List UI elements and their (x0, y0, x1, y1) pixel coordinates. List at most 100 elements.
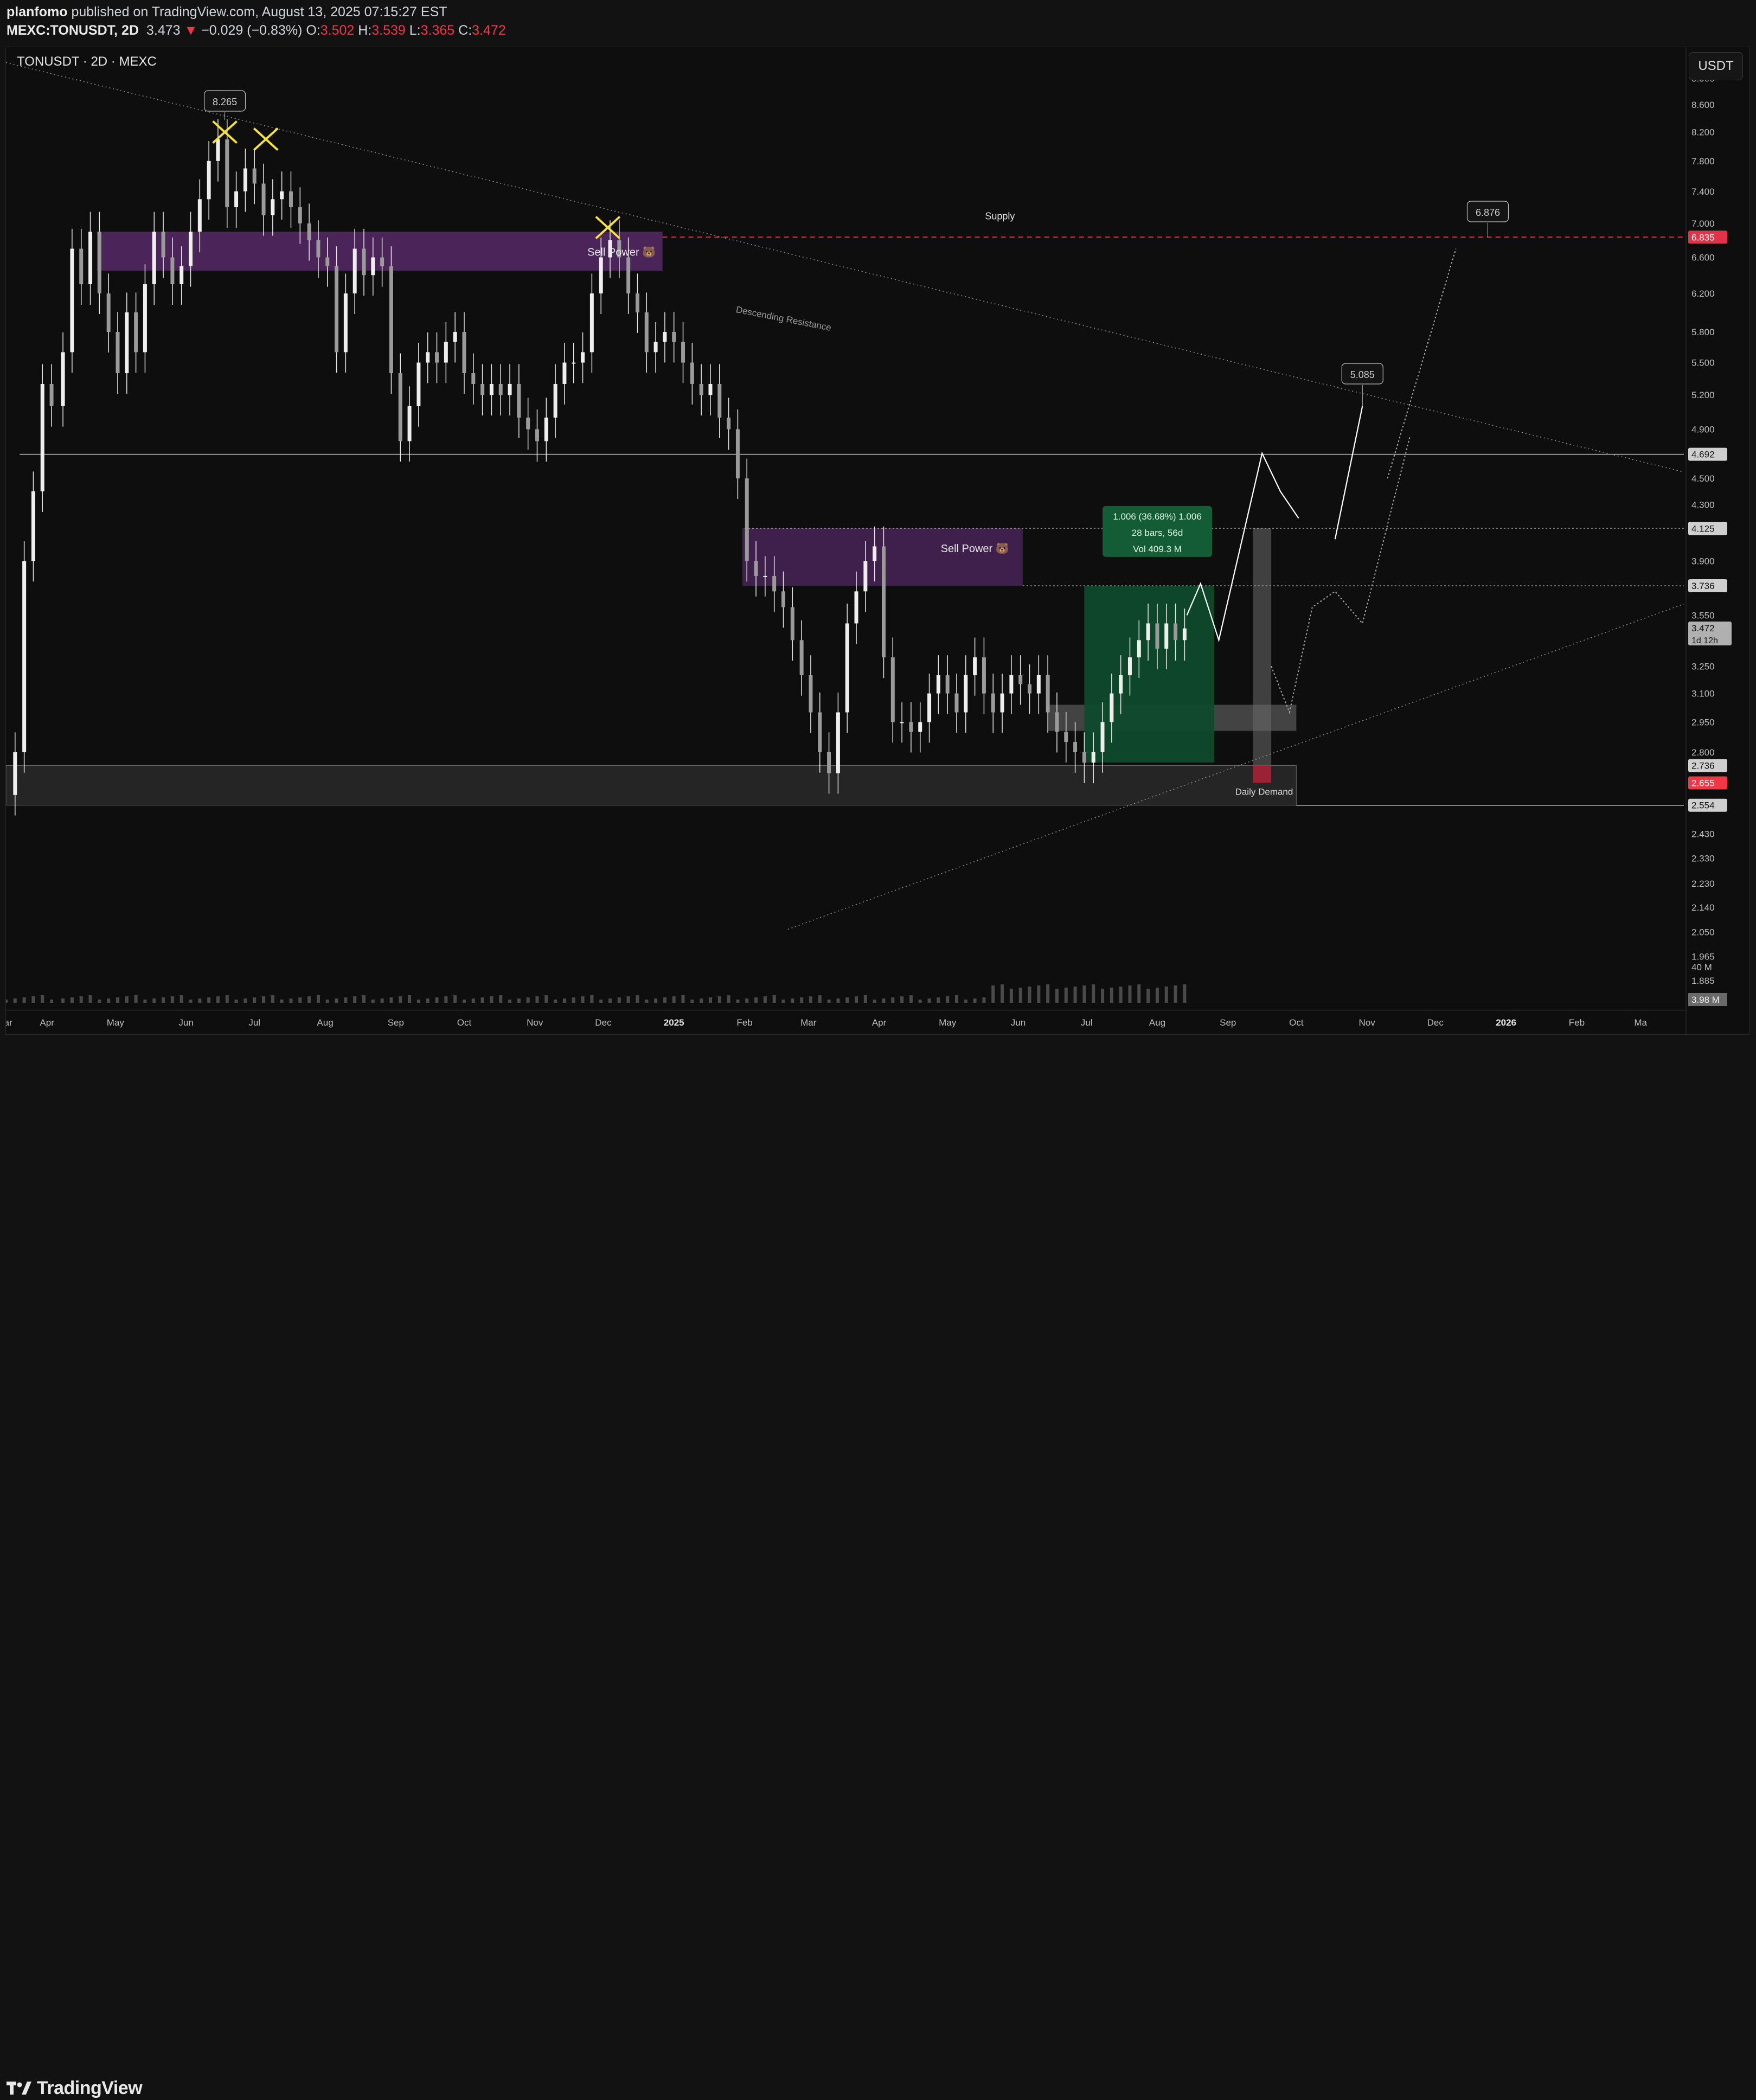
volume-bar (909, 995, 913, 1003)
volume-bar (462, 1000, 466, 1003)
volume-bar (253, 997, 257, 1003)
time-axis-tick: Ma (1634, 1017, 1647, 1028)
candle-body (49, 383, 54, 406)
volume-bar (608, 998, 612, 1003)
volume-bar (98, 1000, 101, 1003)
volume-bar (526, 997, 530, 1003)
last-price: 3.473 (146, 23, 181, 38)
candle-body (1110, 693, 1114, 722)
volume-bar (973, 998, 977, 1003)
price-axis-tick: 2.330 (1691, 853, 1715, 863)
candle-body (854, 591, 858, 624)
candle-body (1164, 623, 1169, 649)
chart-pane[interactable]: 8.265 5.085 6.876 TONUSDT · 2D · MEXC Supply… (5, 47, 1749, 1035)
volume-bar (88, 995, 92, 1003)
price-axis-tick: 2.140 (1691, 902, 1715, 913)
candle-body (207, 161, 211, 200)
tradingview-logo[interactable]: TradingView (7, 2076, 143, 2100)
publish-line: planfomo published on TradingView.com, A… (7, 4, 447, 20)
candle-body (1064, 732, 1068, 742)
volume-bar (1174, 985, 1177, 1003)
volume-bar (1064, 988, 1068, 1003)
volume-bar (1046, 984, 1050, 1003)
time-axis-tick: Nov (1359, 1017, 1376, 1028)
candle-body (818, 712, 822, 752)
volume-bar (599, 1000, 603, 1003)
peak-price-label: 8.265 (213, 97, 237, 107)
volume-bar (763, 996, 767, 1003)
candle-body (763, 575, 767, 577)
candle-body (271, 199, 275, 215)
candle-body (526, 417, 530, 430)
currency-button[interactable]: USDT (1689, 52, 1743, 80)
volume-bar (234, 1000, 238, 1003)
descending-resistance-label: Descending Resistance (735, 304, 832, 333)
candle-body (189, 232, 193, 266)
volume-bar (298, 997, 302, 1003)
volume-bar (809, 996, 812, 1003)
time-axis-tick: May (939, 1017, 957, 1028)
price-axis-tick: 5.500 (1691, 358, 1715, 368)
time-axis-tick: Aug (317, 1017, 333, 1028)
candle-body (362, 248, 366, 276)
volume-bar (946, 996, 950, 1003)
author-name[interactable]: planfomo (7, 4, 68, 20)
candle-body (626, 257, 631, 294)
candle-body (471, 373, 476, 384)
price-label: 4.692 (1691, 450, 1715, 460)
candle-body (197, 199, 202, 232)
brand-name: TradingView (37, 2077, 143, 2098)
price-axis-tick: 3.900 (1691, 556, 1715, 566)
volume-bar (189, 1000, 193, 1003)
time-axis-tick: Apr (40, 1017, 54, 1028)
candle-body (243, 168, 247, 191)
volume-bar (1119, 987, 1123, 1003)
candle-body (298, 207, 302, 223)
price-axis-tick: 1.885 (1691, 976, 1715, 986)
candle-body (918, 722, 922, 732)
candle-body (1009, 675, 1014, 694)
candle-body (809, 675, 813, 713)
volume-bar (855, 996, 858, 1003)
volume-bar (827, 1000, 831, 1003)
candle-body (480, 383, 485, 395)
candle-body (699, 383, 703, 395)
candle-body (572, 362, 576, 364)
volume-bar (125, 996, 129, 1003)
volume-bar (982, 997, 986, 1003)
volume-bar (22, 997, 26, 1003)
volume-bar (654, 998, 658, 1003)
candle-body (453, 332, 457, 342)
volume-bar (791, 998, 794, 1003)
candle-body (316, 240, 321, 258)
candle-body (498, 383, 503, 395)
volume-bar (818, 995, 822, 1003)
price-label: 6.835 (1691, 232, 1715, 242)
price-axis-tick: 8.600 (1691, 100, 1715, 110)
volume-bar (891, 997, 895, 1003)
volume-bar (116, 997, 119, 1003)
candle-body (599, 257, 603, 294)
price-axis-tick: 4.300 (1691, 500, 1715, 510)
candle-body (161, 232, 165, 258)
candle-body (1146, 623, 1150, 641)
volume-bar (416, 1000, 420, 1003)
candle-body (1082, 752, 1086, 763)
volume-axis-tick: 40 M (1691, 962, 1712, 972)
candle-body (1137, 640, 1141, 658)
projection-path (1387, 248, 1457, 479)
volume-bar (636, 995, 639, 1003)
symbol-label[interactable]: MEXC:TONUSDT, 2D (7, 23, 139, 38)
volume-bar (681, 995, 685, 1003)
price-label: 2.554 (1691, 801, 1715, 811)
volume-bar (900, 996, 904, 1003)
volume-bar (554, 1000, 557, 1003)
volume-bar (371, 1000, 375, 1003)
candle-body (936, 675, 940, 694)
candle-body (553, 383, 557, 418)
price-chart[interactable]: 8.265 5.085 6.876 TONUSDT · 2D · MEXC Supply… (6, 47, 1750, 1035)
peak-marker-icon (212, 120, 238, 144)
peak-marker-icon (253, 127, 279, 151)
candle-body (435, 352, 439, 363)
volume-bar (1082, 985, 1086, 1003)
